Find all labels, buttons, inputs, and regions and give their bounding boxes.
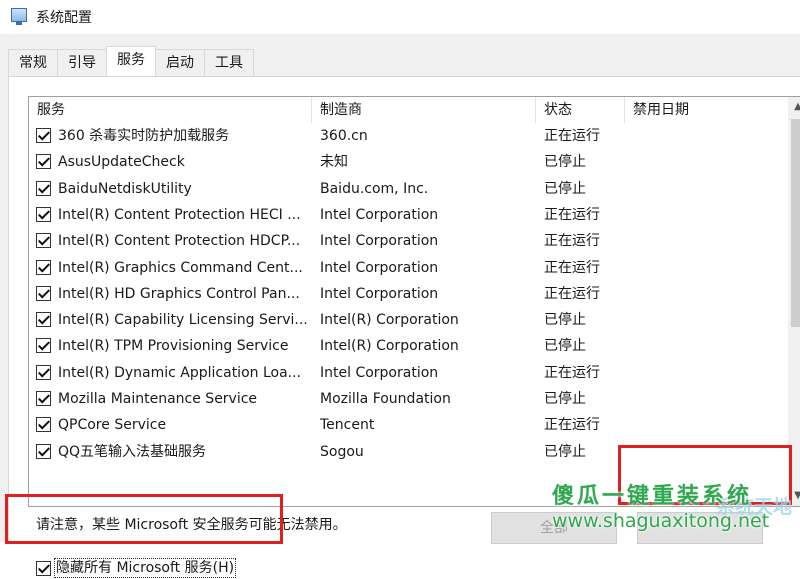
hide-ms-services-option[interactable]: 隐藏所有 Microsoft 服务(H) <box>36 557 237 579</box>
hide-ms-services-label: 隐藏所有 Microsoft 服务(H) <box>54 558 237 578</box>
tab-boot[interactable]: 引导 <box>57 49 107 76</box>
service-row[interactable]: BaiduNetdiskUtility Baidu.com, Inc. 已停止 <box>29 176 789 202</box>
service-name: Intel(R) HD Graphics Control Pan... <box>58 285 300 302</box>
service-status: 正在运行 <box>544 206 600 223</box>
column-header-service[interactable]: 服务 <box>29 97 312 123</box>
column-header-disabled-date[interactable]: 禁用日期 <box>625 97 775 123</box>
service-manufacturer: Intel Corporation <box>320 364 439 381</box>
service-status: 正在运行 <box>544 417 600 434</box>
disable-all-button[interactable] <box>637 512 763 544</box>
service-name: BaiduNetdiskUtility <box>58 180 192 197</box>
title-bar: 系统配置 <box>0 0 800 34</box>
service-manufacturer: Intel(R) Corporation <box>320 338 459 355</box>
tab-services[interactable]: 服务 <box>106 46 156 76</box>
column-header-manufacturer[interactable]: 制造商 <box>312 97 536 123</box>
service-manufacturer: Baidu.com, Inc. <box>320 180 429 197</box>
service-row[interactable]: AsusUpdateCheck 未知 已停止 <box>29 149 789 175</box>
service-checkbox[interactable] <box>36 364 51 380</box>
service-manufacturer: Tencent <box>320 417 375 434</box>
service-status: 已停止 <box>544 180 586 197</box>
tab-general[interactable]: 常规 <box>8 49 58 76</box>
column-header-status[interactable]: 状态 <box>536 97 625 123</box>
service-status: 正在运行 <box>544 364 600 381</box>
service-name: Intel(R) Capability Licensing Servi... <box>58 312 308 329</box>
service-checkbox[interactable] <box>36 338 51 354</box>
service-name: Intel(R) Content Protection HDCP... <box>58 233 301 250</box>
service-checkbox[interactable] <box>36 233 51 249</box>
service-row[interactable]: QPCore Service Tencent 正在运行 <box>29 412 789 438</box>
service-checkbox[interactable] <box>36 180 51 196</box>
service-status: 已停止 <box>544 154 586 171</box>
service-checkbox[interactable] <box>36 259 51 275</box>
service-row[interactable]: Intel(R) Dynamic Application Loa... Intel… <box>29 360 789 386</box>
service-status: 已停止 <box>544 338 586 355</box>
service-checkbox[interactable] <box>36 206 51 222</box>
service-status: 已停止 <box>544 391 586 407</box>
service-row[interactable]: Intel(R) TPM Provisioning Service Intel(R… <box>29 333 789 359</box>
service-checkbox[interactable] <box>36 154 51 170</box>
service-status: 正在运行 <box>544 259 600 276</box>
hide-ms-services-checkbox[interactable] <box>36 560 51 576</box>
service-row[interactable]: Mozilla Maintenance Service Mozilla Found… <box>29 386 789 412</box>
service-status: 已停止 <box>544 443 586 460</box>
service-manufacturer: Intel Corporation <box>320 206 439 223</box>
service-manufacturer: 未知 <box>320 154 348 171</box>
service-manufacturer: Intel Corporation <box>320 233 439 250</box>
service-row[interactable]: 360 杀毒实时防护加载服务 360.cn 正在运行 <box>29 123 789 149</box>
service-manufacturer: Intel Corporation <box>320 259 439 276</box>
service-manufacturer: Intel(R) Corporation <box>320 312 459 329</box>
enable-all-button[interactable]: 全部 <box>491 512 617 544</box>
highlight-box-disable-all <box>618 445 792 505</box>
list-header: 服务 制造商 状态 禁用日期 <box>29 97 789 123</box>
service-name: 360 杀毒实时防护加载服务 <box>58 128 230 144</box>
tab-startup[interactable]: 启动 <box>155 49 205 76</box>
service-checkbox[interactable] <box>36 443 51 459</box>
service-name: Intel(R) Content Protection HECI ... <box>58 206 301 223</box>
service-manufacturer: Mozilla Foundation <box>320 391 451 407</box>
service-name: QQ五笔输入法基础服务 <box>58 443 207 460</box>
service-manufacturer: Intel Corporation <box>320 285 439 302</box>
service-status: 正在运行 <box>544 128 600 144</box>
service-status: 已停止 <box>544 312 586 329</box>
service-status: 正在运行 <box>544 233 600 250</box>
service-checkbox[interactable] <box>36 312 51 328</box>
service-manufacturer: Sogou <box>320 443 364 460</box>
service-name: QPCore Service <box>58 417 167 434</box>
scrollbar-thumb[interactable] <box>791 119 800 327</box>
window-title: 系统配置 <box>36 10 92 26</box>
service-checkbox[interactable] <box>36 391 51 406</box>
tab-strip: 常规 引导 服务 启动 工具 <box>8 46 254 76</box>
service-row[interactable]: Intel(R) HD Graphics Control Pan... Intel… <box>29 281 789 307</box>
service-row[interactable]: Intel(R) Content Protection HECI ... Inte… <box>29 202 789 228</box>
service-status: 正在运行 <box>544 285 600 302</box>
service-name: AsusUpdateCheck <box>58 154 185 171</box>
msconfig-icon <box>11 8 27 25</box>
service-name: Intel(R) TPM Provisioning Service <box>58 338 289 355</box>
tab-tools[interactable]: 工具 <box>204 49 254 76</box>
service-row[interactable]: Intel(R) Content Protection HDCP... Intel… <box>29 228 789 254</box>
highlight-box-hide-ms <box>5 494 283 544</box>
service-checkbox[interactable] <box>36 128 51 143</box>
service-name: Intel(R) Graphics Command Cent... <box>58 259 303 276</box>
service-row[interactable]: Intel(R) Graphics Command Cent... Intel C… <box>29 255 789 281</box>
scroll-up-arrow-icon[interactable]: ▲ <box>788 97 800 117</box>
service-manufacturer: 360.cn <box>320 128 368 144</box>
service-checkbox[interactable] <box>36 285 51 301</box>
service-row[interactable]: Intel(R) Capability Licensing Servi... In… <box>29 307 789 333</box>
service-checkbox[interactable] <box>36 417 51 433</box>
service-name: Mozilla Maintenance Service <box>58 391 258 407</box>
service-name: Intel(R) Dynamic Application Loa... <box>58 364 302 381</box>
